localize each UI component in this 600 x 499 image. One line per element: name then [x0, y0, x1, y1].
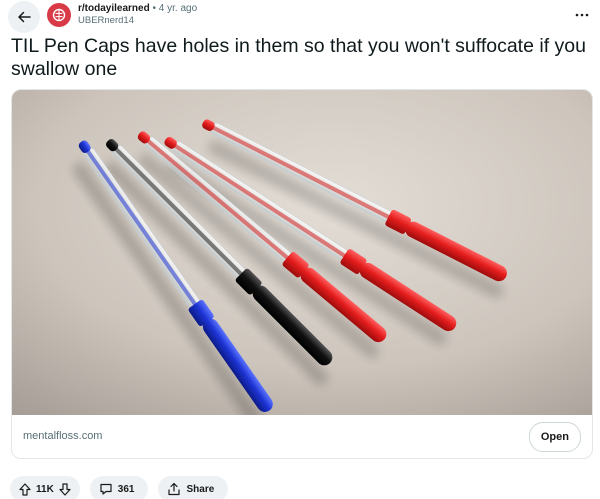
link-preview-image[interactable]	[12, 90, 592, 415]
author-link[interactable]: UBERnerd14	[78, 15, 197, 26]
post-action-bar: 11K 361 Share	[10, 476, 229, 499]
more-horizontal-icon	[575, 13, 589, 17]
vote-count: 11K	[36, 483, 54, 495]
post-meta: r/todayilearned • 4 yr. ago UBERnerd14	[78, 3, 197, 26]
post-title: TIL Pen Caps have holes in them so that …	[11, 35, 586, 80]
share-button[interactable]: Share	[158, 476, 229, 499]
link-preview-card[interactable]: mentalfloss.com Open	[11, 89, 593, 459]
post-age: 4 yr. ago	[158, 3, 198, 14]
share-label: Share	[186, 483, 215, 495]
post-detail-page: r/todayilearned • 4 yr. ago UBERnerd14 T…	[0, 0, 600, 499]
more-options-button[interactable]	[572, 5, 592, 25]
meta-separator: •	[152, 3, 156, 14]
subreddit-link[interactable]: r/todayilearned	[78, 3, 150, 14]
vote-control: 11K	[10, 476, 80, 499]
link-domain[interactable]: mentalfloss.com	[23, 430, 102, 442]
subreddit-avatar[interactable]	[47, 3, 71, 27]
back-button[interactable]	[8, 1, 40, 33]
downvote-arrow-icon[interactable]	[59, 482, 71, 496]
comment-bubble-icon	[100, 483, 112, 495]
share-icon	[168, 482, 181, 496]
link-card-footer: mentalfloss.com Open	[12, 415, 592, 458]
brain-icon	[52, 8, 66, 22]
arrow-left-icon	[18, 11, 31, 23]
comment-count: 361	[117, 483, 135, 495]
open-link-button[interactable]: Open	[528, 422, 581, 452]
comments-button[interactable]: 361	[89, 476, 149, 499]
upvote-arrow-icon[interactable]	[19, 482, 31, 496]
